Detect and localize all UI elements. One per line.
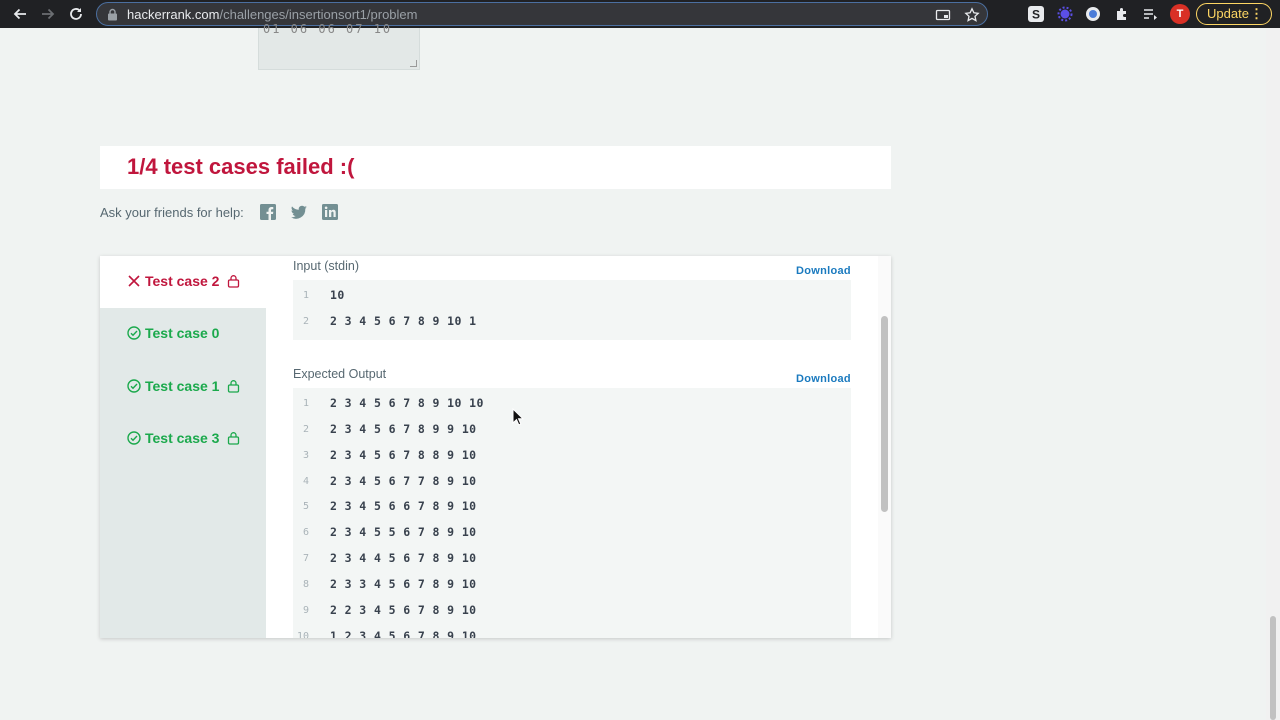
line-text: 2 3 4 5 6 6 7 8 9 10 — [330, 499, 477, 513]
extension-vpn-icon[interactable] — [1085, 6, 1101, 22]
line-number: 2 — [302, 316, 309, 327]
code-line: 2 2 3 4 5 6 7 8 9 9 10 — [293, 417, 851, 443]
profile-avatar[interactable]: T — [1170, 4, 1190, 24]
page-scrollbar[interactable] — [1266, 28, 1280, 720]
lock-icon — [227, 431, 240, 445]
expected-output-title: Expected Output — [293, 367, 387, 381]
facebook-icon[interactable] — [259, 203, 277, 221]
line-number: 9 — [302, 605, 309, 616]
tab-test-case-3[interactable]: Test case 3 — [100, 413, 266, 465]
code-line: 9 2 2 3 4 5 6 7 8 9 10 — [293, 598, 851, 624]
result-banner: 1/4 test cases failed :( — [100, 146, 891, 189]
line-text: 2 3 4 5 6 7 8 9 9 10 — [330, 422, 477, 436]
lock-icon — [227, 379, 240, 393]
line-text: 2 2 3 4 5 6 7 8 9 10 — [330, 603, 477, 617]
tab-label: Test case 2 — [145, 273, 220, 289]
code-line: 1 2 3 4 5 6 7 8 9 10 10 — [293, 391, 851, 417]
test-case-tabs: Test case 2 Test case 0 Test case 1 Test… — [100, 256, 266, 638]
line-number: 6 — [302, 527, 309, 538]
line-number: 8 — [302, 579, 309, 590]
input-title: Input (stdin) — [293, 259, 360, 273]
expected-code-block: 1 2 3 4 5 6 7 8 9 10 10 2 2 3 4 5 6 7 8 9 … — [293, 388, 851, 638]
page-scrollbar-thumb[interactable] — [1270, 616, 1276, 720]
line-text: 2 3 4 5 5 6 7 8 9 10 — [330, 525, 477, 539]
input-download-link[interactable]: Download — [796, 265, 851, 277]
detail-scrollbar-thumb[interactable] — [881, 316, 888, 512]
resize-handle-icon[interactable] — [410, 60, 417, 67]
code-line: 5 2 3 4 5 6 6 7 8 9 10 — [293, 494, 851, 520]
tab-label: Test case 1 — [145, 378, 220, 394]
back-arrow-icon[interactable] — [8, 2, 32, 26]
line-number: 2 — [302, 424, 309, 435]
forward-arrow-icon[interactable] — [36, 2, 60, 26]
code-line: 8 2 3 3 4 5 6 7 8 9 10 — [293, 572, 851, 598]
line-number: 1 — [302, 398, 309, 409]
line-text: 1 2 3 4 5 6 7 8 9 10 — [330, 629, 477, 638]
test-case-detail: Input (stdin) Download 1 10 2 2 3 4 5 6 … — [266, 256, 891, 638]
line-number: 4 — [302, 476, 309, 487]
lock-icon — [227, 274, 240, 288]
check-circle-icon — [127, 326, 141, 340]
line-text: 2 3 4 5 6 7 8 8 9 10 — [330, 448, 477, 462]
puzzle-icon[interactable] — [1114, 6, 1130, 22]
line-number: 3 — [302, 450, 309, 461]
check-circle-icon — [127, 379, 141, 393]
line-text: 2 3 4 4 5 6 7 8 9 10 — [330, 551, 477, 565]
menu-dots-icon[interactable]: ⋮ — [1250, 4, 1263, 24]
code-line: 2 2 3 4 5 6 7 8 9 10 1 — [293, 309, 851, 335]
test-results-panel: Test case 2 Test case 0 Test case 1 Test… — [100, 256, 891, 638]
line-text: 2 3 4 5 6 7 7 8 9 10 — [330, 474, 477, 488]
line-number: 1 — [302, 290, 309, 301]
tab-label: Test case 3 — [145, 430, 220, 446]
mouse-cursor-icon — [512, 407, 525, 431]
expected-download-link[interactable]: Download — [796, 373, 851, 385]
cross-icon — [127, 274, 141, 288]
check-circle-icon — [127, 431, 141, 445]
tab-test-case-0[interactable]: Test case 0 — [100, 308, 266, 360]
code-line: 7 2 3 4 4 5 6 7 8 9 10 — [293, 546, 851, 572]
reload-icon[interactable] — [64, 2, 88, 26]
line-text: 2 3 3 4 5 6 7 8 9 10 — [330, 577, 477, 591]
line-number: 10 — [296, 631, 309, 638]
line-text: 2 3 4 5 6 7 8 9 10 10 — [330, 396, 484, 410]
twitter-icon[interactable] — [290, 203, 308, 221]
svg-text:S: S — [1032, 8, 1040, 22]
help-label: Ask your friends for help: — [100, 205, 244, 220]
playlist-icon[interactable] — [1142, 6, 1158, 22]
extension-gear-icon[interactable] — [1057, 6, 1073, 22]
detail-scrollbar[interactable] — [878, 256, 891, 638]
lock-icon[interactable] — [107, 8, 118, 26]
tab-label: Test case 0 — [145, 325, 220, 341]
line-text: 2 3 4 5 6 7 8 9 10 1 — [330, 314, 477, 328]
cast-icon[interactable] — [935, 7, 951, 23]
extension-s-icon[interactable]: S — [1028, 6, 1044, 22]
address-bar[interactable]: hackerrank.com/challenges/insertionsort1… — [96, 2, 988, 26]
browser-toolbar: hackerrank.com/challenges/insertionsort1… — [0, 0, 1280, 28]
code-line: 1 10 — [293, 283, 851, 309]
tab-test-case-2[interactable]: Test case 2 — [100, 256, 266, 308]
code-line: 3 2 3 4 5 6 7 8 8 9 10 — [293, 443, 851, 469]
custom-input-textarea[interactable]: 01 06 06 07 10 — [258, 22, 420, 70]
tab-test-case-1[interactable]: Test case 1 — [100, 361, 266, 413]
input-code-block: 1 10 2 2 3 4 5 6 7 8 9 10 1 — [293, 280, 851, 340]
line-text: 10 — [330, 288, 345, 302]
code-line: 10 1 2 3 4 5 6 7 8 9 10 — [293, 624, 851, 638]
linkedin-icon[interactable] — [321, 203, 339, 221]
code-line: 4 2 3 4 5 6 7 7 8 9 10 — [293, 469, 851, 495]
code-line: 6 2 3 4 5 5 6 7 8 9 10 — [293, 520, 851, 546]
result-title: 1/4 test cases failed :( — [127, 154, 355, 179]
textarea-text: 01 06 06 07 10 — [263, 22, 393, 36]
update-button[interactable]: Update ⋮ — [1196, 3, 1272, 25]
line-number: 5 — [302, 501, 309, 512]
line-number: 7 — [302, 553, 309, 564]
star-icon[interactable] — [964, 7, 980, 23]
url-text: hackerrank.com/challenges/insertionsort1… — [127, 7, 418, 22]
